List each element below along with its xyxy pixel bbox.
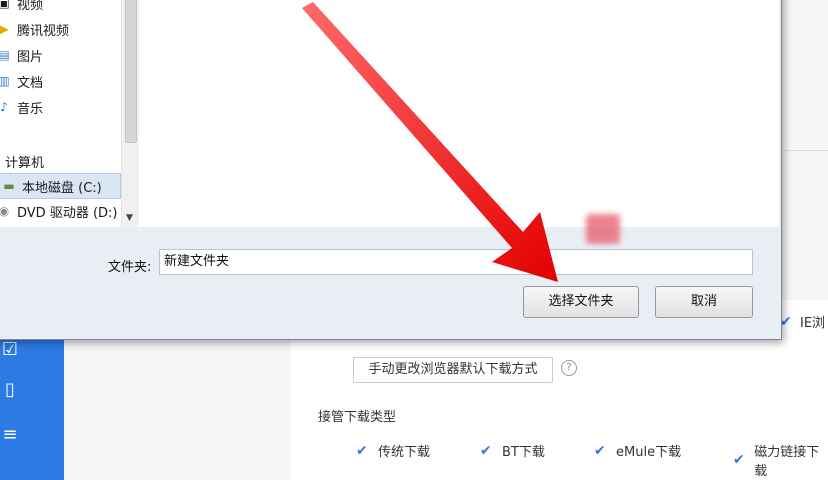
picture-icon: ▤ [0, 48, 10, 62]
nav-item-label: 文档 [17, 75, 44, 91]
document-icon: ▥ [0, 74, 10, 88]
drive-icon: ▬ [3, 179, 15, 193]
help-icon[interactable]: ? [561, 360, 577, 376]
nav-item-videos[interactable]: ▣ 视频 [0, 0, 43, 15]
check-icon: ✔ [780, 313, 792, 330]
nav-item-label: 本地磁盘 (C:) [22, 180, 102, 196]
nav-item-local-disk-c[interactable]: ▬ 本地磁盘 (C:) [0, 173, 121, 199]
nav-item-music[interactable]: ♪ 音乐 [0, 95, 43, 119]
checkbox-magnet[interactable]: ✔ 磁力链接下载 [733, 441, 828, 479]
nav-item-label: 音乐 [17, 101, 44, 117]
scroll-down-icon[interactable]: ▼ [126, 213, 133, 223]
dvd-icon: ◉ [0, 204, 10, 218]
scrollbar-thumb[interactable] [125, 0, 137, 143]
nav-item-documents[interactable]: ▥ 文档 [0, 69, 43, 93]
nav-item-label: DVD 驱动器 (D:) [17, 205, 118, 221]
checkbox-label: eMule下载 [616, 445, 682, 460]
music-icon: ♪ [0, 100, 8, 114]
nav-item-label: 腾讯视频 [17, 23, 70, 39]
menu-icon[interactable]: ≡ [0, 425, 20, 445]
checkbox-label: 传统下载 [378, 445, 431, 460]
video-icon: ▣ [0, 0, 10, 10]
divider [780, 150, 828, 151]
folder-label: 文件夹: [108, 260, 152, 275]
check-box-icon[interactable]: ☑ [0, 340, 20, 360]
nav-item-computer[interactable]: 计算机 [0, 149, 44, 173]
checkbox-label: BT下载 [502, 445, 545, 460]
change-browser-button[interactable]: 手动更改浏览器默认下载方式 [353, 357, 553, 383]
section-title: 接管下载类型 [318, 410, 397, 425]
checkbox-traditional[interactable]: ✔ 传统下载 [356, 441, 431, 461]
nav-item-label: 视频 [17, 0, 44, 13]
redaction-blur [586, 214, 620, 244]
check-icon: ✔ [356, 442, 368, 459]
check-icon: ✔ [594, 442, 606, 459]
select-folder-button[interactable]: 选择文件夹 [523, 286, 639, 318]
nav-scrollbar[interactable]: ▼ [121, 0, 140, 227]
nav-item-pictures[interactable]: ▤ 图片 [0, 43, 43, 67]
tablet-icon[interactable]: ▯ [0, 380, 20, 400]
nav-item-label: 图片 [17, 49, 44, 65]
checkbox-bt[interactable]: ✔ BT下载 [480, 441, 545, 461]
folder-content-pane[interactable] [139, 0, 779, 227]
nav-item-tencent-video[interactable]: ▶ 腾讯视频 [0, 17, 69, 41]
checkbox-label: 磁力链接下载 [754, 445, 820, 479]
navigation-pane: ▣ 视频 ▶ 腾讯视频 ▤ 图片 ▥ 文档 ♪ 音乐 计算机 ▬ 本地磁盘 (C… [0, 0, 122, 227]
folder-name-input[interactable]: 新建文件夹 [159, 249, 753, 275]
nav-item-label: 计算机 [5, 155, 45, 171]
ie-browser-option[interactable]: ✔ IE浏 [780, 312, 826, 332]
sidebar: ☑ ▯ ≡ [0, 330, 64, 480]
check-icon: ✔ [480, 442, 492, 459]
cancel-button[interactable]: 取消 [655, 286, 753, 318]
folder-icon: ▶ [0, 22, 9, 36]
nav-item-dvd-drive[interactable]: ◉ DVD 驱动器 (D:) [0, 199, 117, 223]
check-icon: ✔ [733, 452, 745, 468]
ie-label: IE浏 [800, 316, 826, 331]
select-folder-dialog: ▣ 视频 ▶ 腾讯视频 ▤ 图片 ▥ 文档 ♪ 音乐 计算机 ▬ 本地磁盘 (C… [0, 0, 782, 340]
checkbox-emule[interactable]: ✔ eMule下载 [594, 441, 682, 461]
